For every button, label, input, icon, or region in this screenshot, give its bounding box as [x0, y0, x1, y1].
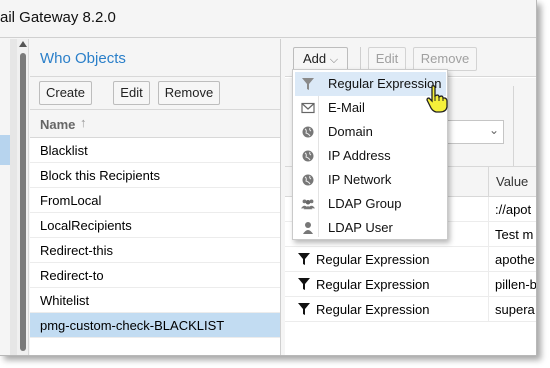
sort-ascending-icon: ↑ [80, 115, 87, 130]
menu-item-ip-address[interactable]: IP Address [295, 144, 446, 168]
title-bar: ail Gateway 8.2.0 [0, 0, 536, 38]
table-row[interactable]: Regular Expression supera [285, 297, 536, 322]
add-button-label: Add [302, 51, 327, 66]
table-row[interactable]: Regular Expression apothe [285, 247, 536, 272]
row-type: Regular Expression [316, 277, 430, 292]
panel-header: Who Objects [30, 39, 280, 77]
filter-icon [298, 303, 310, 315]
row-value: ://apot [495, 202, 532, 217]
menu-item-label: Domain [328, 124, 373, 139]
table-row[interactable]: Regular Expression pillen-b [285, 272, 537, 297]
menu-item-domain[interactable]: Domain [295, 120, 446, 144]
list-item[interactable]: Blacklist [30, 138, 280, 163]
nav-selected-marker[interactable] [0, 135, 10, 165]
list-item[interactable]: Block this Recipients [30, 163, 280, 188]
remove-entry-button[interactable]: Remove [413, 47, 477, 71]
row-value: pillen-b [495, 277, 537, 292]
app-window: ail Gateway 8.2.0 Who Objects Create Edi… [0, 0, 537, 356]
left-toolbar: Create Edit Remove [30, 77, 280, 110]
envelope-icon [301, 102, 315, 114]
globe-icon [302, 150, 314, 162]
list-item[interactable]: FromLocal [30, 188, 280, 213]
add-button[interactable]: Add ⌵ [293, 47, 348, 71]
remove-button[interactable]: Remove [158, 81, 220, 105]
chevron-down-icon: ⌵ [329, 54, 339, 66]
nav-strip-bar [10, 39, 17, 355]
list-item-selected[interactable]: pmg-custom-check-BLACKLIST [30, 313, 280, 338]
hand-cursor-icon [426, 85, 448, 113]
toolbar-separator [360, 47, 361, 69]
scroll-up-icon[interactable] [19, 41, 27, 47]
menu-item-regular-expression[interactable]: Regular Expression [295, 72, 446, 96]
menu-item-label: IP Network [328, 172, 392, 187]
navigation-strip [0, 39, 17, 355]
globe-icon [302, 126, 314, 138]
list-item[interactable]: Whitelist [30, 288, 280, 313]
row-type: Regular Expression [316, 302, 430, 317]
list-item[interactable]: LocalRecipients [30, 213, 280, 238]
filter-icon [302, 78, 314, 90]
menu-item-label: E-Mail [328, 100, 365, 115]
panel-title: Who Objects [40, 50, 126, 67]
list-item[interactable]: Redirect-to [30, 263, 280, 288]
column-divider [488, 272, 489, 297]
filter-icon [298, 253, 310, 265]
column-divider [488, 197, 489, 222]
user-icon [303, 222, 313, 234]
column-divider [488, 247, 489, 272]
filter-icon [298, 278, 310, 290]
vertical-scrollbar[interactable] [17, 39, 29, 355]
row-value: Test m [495, 227, 534, 242]
menu-item-email[interactable]: E-Mail [295, 96, 446, 120]
column-divider [488, 222, 489, 247]
who-objects-panel: Who Objects Create Edit Remove Name ↑ Bl… [30, 39, 281, 355]
filter-combo[interactable]: ⌄ [440, 120, 504, 144]
menu-item-ldap-user[interactable]: LDAP User [295, 216, 446, 240]
edit-button[interactable]: Edit [113, 81, 150, 105]
name-column-label: Name [40, 117, 76, 132]
who-objects-list: Blacklist Block this Recipients FromLoca… [30, 138, 280, 338]
row-type: Regular Expression [316, 252, 430, 267]
create-button[interactable]: Create [39, 81, 92, 105]
globe-icon [302, 174, 314, 186]
scroll-thumb[interactable] [20, 53, 26, 351]
menu-item-label: LDAP User [328, 220, 393, 235]
list-item[interactable]: Redirect-this [30, 238, 280, 263]
edit-entry-button[interactable]: Edit [368, 47, 406, 71]
divider [513, 86, 514, 166]
users-icon [301, 199, 315, 210]
menu-item-ldap-group[interactable]: LDAP Group [295, 192, 446, 216]
column-divider [488, 297, 489, 322]
window-title: ail Gateway 8.2.0 [0, 9, 116, 26]
chevron-down-icon: ⌄ [488, 123, 499, 137]
menu-item-label: IP Address [328, 148, 391, 163]
menu-item-ip-network[interactable]: IP Network [295, 168, 446, 192]
row-value: supera [495, 302, 535, 317]
menu-item-label: LDAP Group [328, 196, 402, 211]
value-column-header[interactable]: Value [488, 167, 528, 198]
name-column-header[interactable]: Name ↑ [30, 110, 280, 138]
row-value: apothe [495, 252, 535, 267]
